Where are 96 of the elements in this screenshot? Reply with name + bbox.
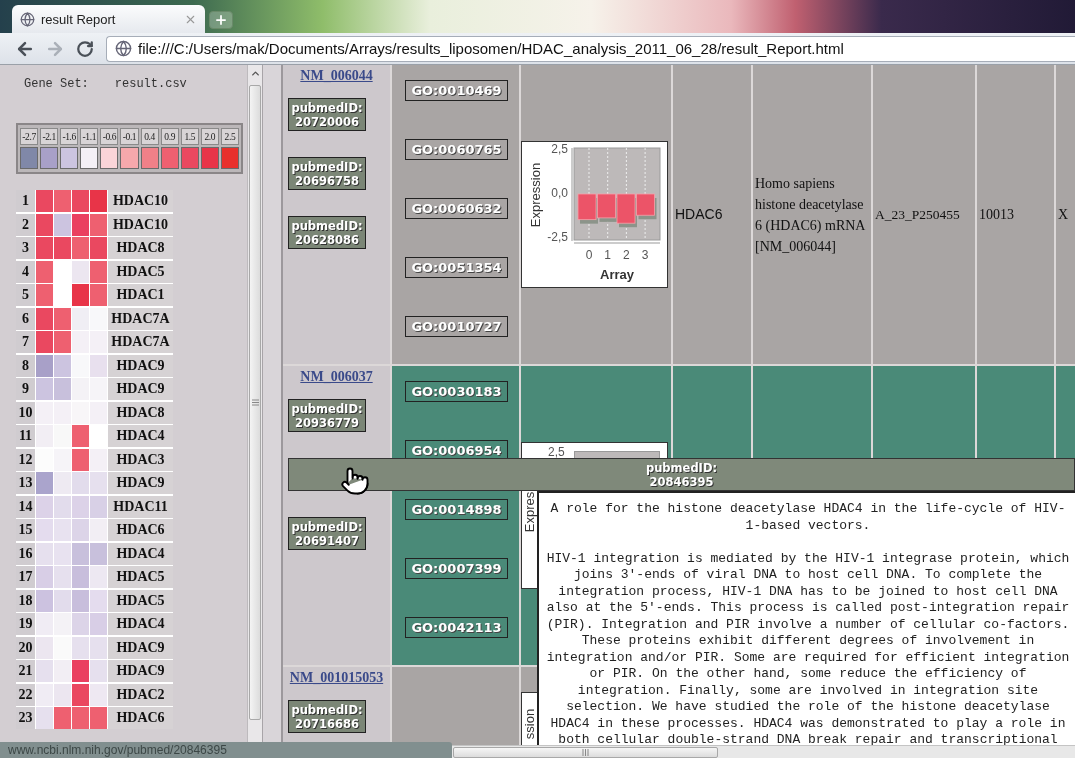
rank-cell: 15	[16, 519, 35, 541]
gene-name[interactable]: HDAC9	[108, 354, 173, 377]
gene-name[interactable]: HDAC3	[108, 448, 173, 471]
gene-name[interactable]: HDAC8	[108, 237, 173, 259]
go-term[interactable]: GO:0014898	[405, 499, 508, 520]
gene-name[interactable]: HDAC5	[108, 589, 173, 612]
address-field[interactable]: file:///C:/Users/mak/Documents/Arrays/results_liposomen/HDAC_analysis_2011_06_28/result_Report.html	[106, 35, 1075, 62]
gene-description: Homo sapiens histone deacetylase 6 (HDAC6) mRNA [NM_006044]	[755, 174, 866, 256]
gene-name[interactable]: HDAC10	[108, 190, 173, 212]
rank-cell: 20	[16, 636, 35, 659]
legend-value: 1.5	[180, 128, 199, 145]
tick-label: 0,0	[551, 186, 568, 201]
rank-cell: 2	[16, 213, 35, 236]
go-term[interactable]: GO:0007399	[405, 558, 508, 579]
gene-name[interactable]: HDAC10	[108, 213, 173, 236]
axis-title: Array	[600, 267, 634, 282]
pubmed-link[interactable]: pubmedID: 20720006	[288, 98, 366, 131]
gene-name[interactable]: HDAC5	[108, 566, 173, 588]
tick-label: 1	[604, 248, 612, 262]
accession-link[interactable]: NM_001015053	[289, 670, 384, 686]
gene-name[interactable]: HDAC9	[108, 472, 173, 494]
cell-text: X	[1058, 206, 1069, 224]
gene-name[interactable]: HDAC1	[108, 284, 173, 306]
legend-value: -2.1	[40, 128, 59, 145]
rank-cell: 3	[16, 237, 35, 259]
axis-title: ssion	[523, 707, 537, 742]
tick-label: 0	[585, 248, 593, 262]
gene-name[interactable]: HDAC9	[108, 378, 173, 400]
rank-cell: 4	[16, 260, 35, 283]
legend-value: -1.6	[60, 128, 79, 145]
axis-title: Expres	[523, 490, 537, 535]
legend-value: 2.5	[220, 128, 239, 145]
legend-value: 0.4	[140, 128, 159, 145]
gene-set-file: result.csv	[114, 77, 187, 91]
pubmed-link[interactable]: pubmedID: 20936779	[288, 399, 366, 432]
axis-title: Expression	[528, 162, 543, 228]
status-bar: www.ncbi.nlm.nih.gov/pubmed/20846395	[0, 742, 452, 758]
abstract-text: HIV-1 integration is mediated by the HIV-1 integrase protein, which joins 3'-ends of viral DNA to host cell DNA. To complete the integration process, HIV-1 DNA has to be joined to host cell DNA also at the 5'-ends. This process is called post-integration repair (PIR). Integration and PIR involve a number of cellular co-factors. These proteins exhibit different degrees of involvement in integration and/or PIR. Some are required for efficient integration or PIR. On the other hand, some reduce the efficiency of integration. Finally, some are involved in integration site selection. We have studied the role of the histone deacetylase HDAC4 in these processes. HDAC4 was demonstrated to play a role in both cellular double-strand DNA break repair and transcriptional	[545, 550, 1071, 745]
rank-cell: 18	[16, 589, 35, 612]
gene-name[interactable]: HDAC8	[108, 401, 173, 424]
rank-cell: 21	[16, 660, 35, 682]
rank-cell: 5	[16, 284, 35, 306]
tick-label: 3	[641, 248, 649, 262]
rank-cell: 1	[16, 190, 35, 212]
rank-cell: 19	[16, 613, 35, 635]
legend-value: 2.0	[200, 128, 219, 145]
legend-value: -1.1	[80, 128, 99, 145]
gene-name[interactable]: HDAC7A	[108, 331, 173, 353]
abstract-title: A role for the histone deacetylase HDAC4 in the life-cycle of HIV-1-based vectors.	[549, 501, 1067, 534]
gene-name[interactable]: HDAC6	[108, 519, 173, 541]
browser-tab[interactable]: result Report	[12, 5, 205, 33]
gene-name[interactable]: HDAC6	[108, 707, 173, 729]
accession-link[interactable]: NM_006037	[300, 369, 373, 385]
rank-cell: 14	[16, 495, 35, 518]
rank-cell: 11	[16, 425, 35, 447]
rank-cell: 17	[16, 566, 35, 588]
pubmed-link[interactable]: pubmedID: 20628086	[288, 216, 366, 249]
accession-link[interactable]: NM_006044	[300, 68, 373, 84]
gene-name[interactable]: HDAC4	[108, 613, 173, 635]
legend-value: -0.1	[120, 128, 139, 145]
rank-cell: 6	[16, 307, 35, 330]
gene-name[interactable]: HDAC4	[108, 425, 173, 447]
go-term[interactable]: GO:0042113	[405, 617, 508, 638]
go-term[interactable]: GO:0030183	[405, 381, 508, 402]
legend-value: -2.7	[20, 128, 39, 145]
rank-cell: 9	[16, 378, 35, 400]
tick-label: 2,5	[548, 445, 565, 459]
gene-name[interactable]: HDAC7A	[108, 307, 173, 330]
gene-name[interactable]: HDAC2	[108, 683, 173, 706]
tick-label: -2,5	[547, 230, 568, 245]
tick-label: 2	[623, 248, 630, 262]
rank-cell: 10	[16, 401, 35, 424]
probe-id: A_23_P250455	[875, 206, 960, 224]
gene-name[interactable]: HDAC4	[108, 542, 173, 565]
rank-cell: 23	[16, 707, 35, 729]
gene-symbol: HDAC6	[675, 205, 723, 224]
gene-set-label: Gene Set:	[24, 77, 89, 91]
gene-name[interactable]: HDAC9	[108, 660, 173, 682]
pubmed-link[interactable]: pubmedID: 20696758	[288, 157, 366, 190]
gene-name[interactable]: HDAC9	[108, 636, 173, 659]
legend-value: 0.9	[160, 128, 179, 145]
rank-cell: 22	[16, 683, 35, 706]
rank-cell: 12	[16, 448, 35, 471]
tick-label: 2,5	[551, 142, 568, 156]
rank-cell: 7	[16, 331, 35, 353]
rank-cell: 13	[16, 472, 35, 494]
gene-name[interactable]: HDAC5	[108, 260, 173, 283]
cell-text: 10013	[979, 206, 1014, 224]
pubmed-link[interactable]: pubmedID: 20716686	[288, 700, 366, 733]
go-term[interactable]: GO:0006954	[405, 440, 508, 461]
rank-cell: 16	[16, 542, 35, 565]
pubmed-link[interactable]: pubmedID: 20846395	[288, 458, 1075, 491]
rank-cell: 8	[16, 354, 35, 377]
pubmed-link[interactable]: pubmedID: 20691407	[288, 517, 366, 550]
gene-name[interactable]: HDAC11	[108, 495, 173, 518]
legend-value: -0.6	[100, 128, 119, 145]
